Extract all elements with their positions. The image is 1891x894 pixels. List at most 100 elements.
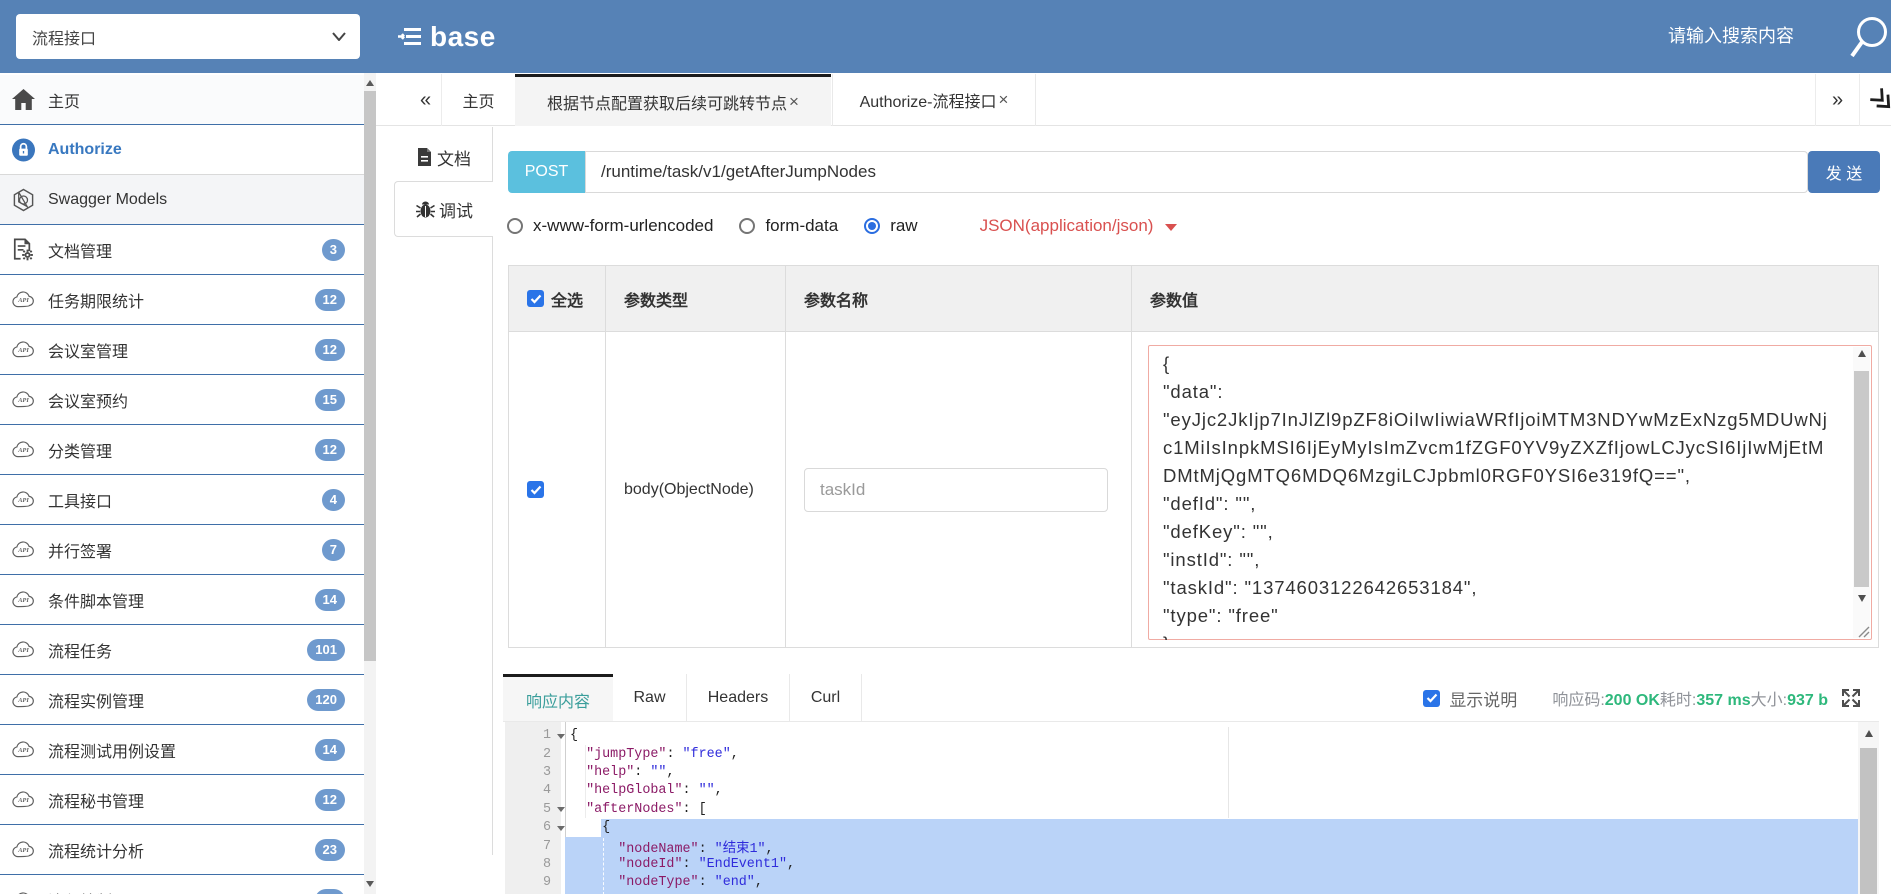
radio-label: x-www-form-urlencoded [533, 216, 713, 236]
api-icon: API [12, 338, 35, 361]
svg-text:API: API [17, 847, 29, 854]
top-header-bar: 流程接口 base [0, 0, 1891, 73]
response-tab-curl[interactable]: Curl [790, 674, 862, 722]
param-row-checkbox[interactable] [527, 481, 544, 498]
body-type-radio-form-data[interactable]: form-data [739, 216, 838, 236]
sidebar-item-流程秘书管理[interactable]: API流程秘书管理12 [0, 775, 364, 825]
api-count-badge: 12 [315, 889, 345, 894]
scroll-up-arrow-icon[interactable] [364, 75, 376, 91]
tabs-scroll-right-button[interactable]: » [1815, 74, 1859, 126]
code-text: { [570, 728, 1858, 743]
scroll-down-arrow-icon[interactable] [1853, 595, 1870, 602]
sidebar-scrollbar-thumb[interactable] [364, 91, 376, 661]
tab-close-icon[interactable]: × [789, 92, 799, 112]
body-type-radio-x-www-form-urlencoded[interactable]: x-www-form-urlencoded [507, 216, 713, 236]
response-tab-headers[interactable]: Headers [687, 674, 790, 722]
radio-circle-icon[interactable] [507, 218, 523, 234]
code-text: "nodeName": "结束1", [570, 836, 1858, 857]
subtab-divider [492, 127, 493, 181]
tab-close-icon[interactable]: × [999, 90, 1009, 110]
tab-authorize-group[interactable]: Authorize-流程接口× [832, 74, 1036, 126]
fullscreen-expand-icon[interactable] [1840, 687, 1862, 709]
radio-circle-icon[interactable] [864, 218, 880, 234]
search-icon[interactable] [1848, 10, 1891, 62]
fold-arrow-icon[interactable] [551, 806, 570, 812]
scroll-up-arrow-icon[interactable] [1858, 730, 1879, 737]
sidebar-item-label: 会议室管理 [48, 338, 128, 362]
svg-text:API: API [17, 747, 29, 754]
subtab-document[interactable]: 文档 [394, 133, 492, 181]
param-name-cell [786, 332, 1132, 647]
scroll-up-arrow-icon[interactable] [1853, 350, 1870, 357]
sidebar-item-工具接口[interactable]: API工具接口4 [0, 475, 364, 525]
editor-scrollbar-thumb[interactable] [1860, 748, 1877, 894]
line-number: 5 [503, 802, 551, 817]
api-icon: API [12, 838, 35, 861]
radio-label: form-data [765, 216, 838, 236]
show-description-checkbox[interactable] [1423, 690, 1440, 707]
api-count-badge: 14 [315, 589, 345, 611]
tabs-scroll-left-button[interactable]: « [410, 74, 442, 126]
tab-home[interactable]: 主页 [442, 74, 515, 126]
sidebar-item-流程实例管理[interactable]: API流程实例管理120 [0, 675, 364, 725]
api-count-badge: 14 [315, 739, 345, 761]
sidebar-item-Authorize[interactable]: Authorize [0, 125, 364, 175]
response-tab-raw[interactable]: Raw [613, 674, 687, 722]
response-status-metrics: 响应码:200 OK耗时:357 ms大小:937 b [1552, 686, 1828, 710]
sidebar-item-分类管理[interactable]: API分类管理12 [0, 425, 364, 475]
param-value-text: { "data": "eyJjc2JkIjp7InJlZl9pZF8iOiIwI… [1150, 347, 1836, 640]
body-type-radio-raw[interactable]: raw [864, 216, 917, 236]
api-group-select-value: 流程接口 [32, 25, 332, 49]
sidebar-item-会议室预约[interactable]: API会议室预约15 [0, 375, 364, 425]
sidebar-item-流程任务[interactable]: API流程任务101 [0, 625, 364, 675]
line-number: 3 [503, 765, 551, 780]
sidebar-item-条件脚本管理[interactable]: API条件脚本管理14 [0, 575, 364, 625]
sidebar-item-label: 流程测试用例设置 [48, 738, 176, 762]
tabs-menu-chevrons-icon[interactable] [1866, 84, 1891, 118]
select-all-checkbox[interactable] [527, 290, 544, 307]
sidebar-item-并行签署[interactable]: API并行签署7 [0, 525, 364, 575]
scroll-down-arrow-icon[interactable] [364, 876, 376, 892]
subtab-debug[interactable]: 调试 [394, 181, 493, 237]
editor-scrollbar[interactable] [1858, 722, 1879, 894]
request-url-input[interactable] [585, 151, 1808, 193]
svg-text:API: API [17, 497, 29, 504]
svg-text:API: API [17, 397, 29, 404]
sidebar: 主页AuthorizeSwagger Models文档管理3API任务期限统计1… [0, 73, 376, 894]
radio-circle-icon[interactable] [739, 218, 755, 234]
response-meta-row: 显示说明 响应码:200 OK耗时:357 ms大小:937 b [1423, 674, 1862, 722]
request-body-type-row: x-www-form-urlencoded form-data raw JSON(ap… [507, 212, 1177, 240]
line-number: 8 [503, 857, 551, 872]
param-value-textarea[interactable]: { "data": "eyJjc2JkIjp7InJlZl9pZF8iOiIwI… [1148, 345, 1872, 640]
code-line-1: 1{ [503, 727, 1858, 745]
sidebar-item-流程绘制[interactable]: API流程绘制12 [0, 875, 364, 894]
textarea-resize-grip[interactable] [1854, 622, 1870, 638]
api-count-badge: 12 [315, 789, 345, 811]
sidebar-item-会议室管理[interactable]: API会议室管理12 [0, 325, 364, 375]
send-button[interactable]: 发 送 [1808, 151, 1880, 193]
textarea-scrollbar[interactable] [1853, 347, 1870, 638]
fold-arrow-icon[interactable] [551, 825, 570, 831]
sidebar-item-文档管理[interactable]: 文档管理3 [0, 225, 364, 275]
response-tab-content[interactable]: 响应内容 [503, 674, 613, 722]
param-name-input[interactable] [804, 468, 1108, 512]
fold-arrow-icon[interactable] [551, 733, 570, 739]
bug-icon [415, 199, 436, 219]
sidebar-item-label: 流程绘制 [48, 888, 112, 894]
api-count-badge: 7 [322, 539, 345, 561]
code-text: "helpGlobal": "", [570, 783, 1858, 798]
tab-get-after-jump-nodes[interactable]: 根据节点配置获取后续可跳转节点× [515, 74, 831, 126]
response-code-editor[interactable]: 1{2 "jumpType": "free",3 "help": "",4 "h… [503, 722, 1879, 894]
sidebar-scrollbar[interactable] [364, 73, 376, 894]
textarea-scrollbar-thumb[interactable] [1854, 371, 1869, 587]
content-type-dropdown[interactable]: JSON(application/json) [980, 216, 1178, 236]
sidebar-item-流程测试用例设置[interactable]: API 流程测试用例设置 14 [0, 725, 364, 775]
api-count-badge: 120 [307, 689, 345, 711]
sidebar-item-Swagger Models[interactable]: Swagger Models [0, 175, 364, 225]
search-input[interactable] [1668, 26, 1818, 47]
svg-text:API: API [17, 797, 29, 804]
sidebar-item-任务期限统计[interactable]: API任务期限统计12 [0, 275, 364, 325]
sidebar-item-主页[interactable]: 主页 [0, 75, 364, 125]
sidebar-item-流程统计分析[interactable]: API流程统计分析23 [0, 825, 364, 875]
api-group-select[interactable]: 流程接口 [16, 14, 360, 59]
